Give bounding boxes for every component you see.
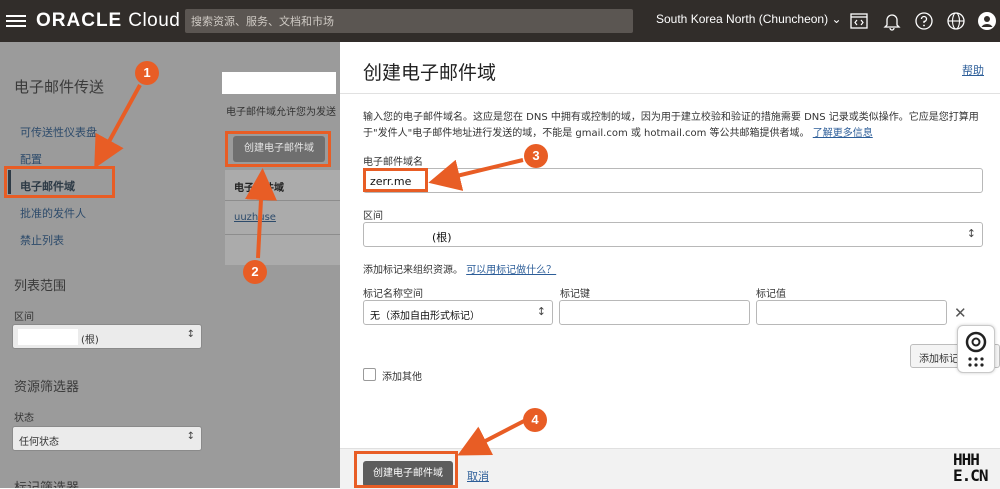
table-header-email-domain: 电子邮件域 [234,183,284,194]
background-page: 电子邮件传送 可传送性仪表盘 配置 电子邮件域 批准的发件人 禁止列表 列表范围… [0,42,340,488]
step-badge-3: 3 [524,144,548,168]
panel-divider [340,93,1000,94]
help-widget[interactable] [957,325,995,373]
sidebar-item-configuration[interactable]: 配置 [20,151,42,167]
code-editor-icon[interactable] [849,11,869,31]
help-link[interactable]: 帮助 [962,62,984,78]
chevron-updown-icon: ↕ [966,227,976,240]
globe-icon[interactable] [946,11,966,31]
menu-icon[interactable] [6,12,26,28]
highlight-box-domain-input [363,168,428,192]
compartment-select[interactable]: (根) ↕ [12,324,202,349]
compartment-value: (根) [432,231,452,244]
panel-title: 创建电子邮件域 [363,62,497,84]
compartment-label: 区间 [14,312,34,323]
sidebar-item-approved-senders[interactable]: 批准的发件人 [20,205,86,221]
table-divider [225,200,340,201]
tag-namespace-label: 标记名称空间 [363,289,423,300]
email-domain-table: 电子邮件域 uuzhuse [225,170,340,265]
sidebar-title: 电子邮件传送 [14,78,105,96]
logo-product: Cloud [128,10,181,31]
highlight-box-email-domains [4,166,115,198]
highlight-box-create-button [225,131,331,167]
panel-description: 输入您的电子邮件域名。这应是您在 DNS 中拥有或控制的域，因为用于建立校验和验… [363,110,988,142]
search-input[interactable] [185,9,631,33]
table-row-link[interactable]: uuzhuse [234,212,276,223]
lifebuoy-icon [965,331,987,367]
tag-namespace-value: 无（添加自由形式标记） [370,311,480,322]
chevron-updown-icon: ↕ [186,329,195,340]
cancel-button[interactable]: 取消 [467,468,489,484]
region-selector[interactable]: South Korea North (Chuncheon) ⌄ [656,12,842,26]
chevron-updown-icon: ↕ [186,431,195,442]
add-other-checkbox[interactable] [363,368,376,381]
table-divider [225,234,340,235]
redacted-region [222,72,336,94]
top-bar: ORACLECloud South Korea North (Chuncheon… [0,0,1000,42]
domain-name-input[interactable]: zerr.me [363,168,983,193]
state-label: 状态 [14,413,34,424]
tags-intro-text: 添加标记来组织资源。 [363,265,463,276]
list-scope-title: 列表范围 [14,279,67,294]
description-text: 输入您的电子邮件域名。这应是您在 DNS 中拥有或控制的域，因为用于建立校验和验… [363,112,979,139]
redacted-region [18,329,78,345]
tag-value-label: 标记值 [756,289,786,300]
create-email-domain-panel: 创建电子邮件域 帮助 输入您的电子邮件域名。这应是您在 DNS 中拥有或控制的域… [340,42,1000,489]
sidebar: 电子邮件传送 可传送性仪表盘 配置 电子邮件域 批准的发件人 禁止列表 列表范围… [0,42,212,488]
highlight-box-create-submit [354,451,458,488]
user-icon[interactable] [977,11,997,31]
list-area: 电子邮件域允许您为发送 创建电子邮件域 电子邮件域 uuzhuse [212,42,340,488]
tag-value-input[interactable] [756,300,947,325]
sidebar-item-deliverability-dashboard[interactable]: 可传送性仪表盘 [20,124,97,140]
close-icon[interactable]: ✕ [954,304,967,322]
compartment-label: 区间 [363,211,383,222]
help-icon[interactable] [914,11,934,31]
compartment-select[interactable]: (根) ↕ [363,222,983,247]
tags-help-link[interactable]: 可以用标记做什么？ [466,265,556,276]
compartment-value: (根) [81,335,99,346]
logo-brand: ORACLE [36,10,123,31]
add-other-label: 添加其他 [382,372,422,383]
search-box[interactable] [185,9,633,33]
state-select[interactable]: 任何状态 ↕ [12,426,202,451]
tag-namespace-select[interactable]: 无（添加自由形式标记） ↕ [363,300,553,325]
learn-more-link[interactable]: 了解更多信息 [813,128,873,139]
tag-filters-title: 标记筛选器 [14,477,79,488]
sidebar-item-suppression-list[interactable]: 禁止列表 [20,232,64,248]
redacted-region [480,343,806,373]
watermark: HHH E.CN [953,452,999,484]
tags-intro: 添加标记来组织资源。 可以用标记做什么？ [363,261,556,276]
tag-key-label: 标记键 [560,289,590,300]
resource-filters-title: 资源筛选器 [14,380,80,395]
list-description: 电子邮件域允许您为发送 [226,107,336,118]
oracle-cloud-logo[interactable]: ORACLE Cloud [36,10,180,32]
watermark-line-2: E.CN [953,466,989,485]
domain-name-label: 电子邮件域名 [363,157,423,168]
step-badge-1: 1 [135,61,159,85]
state-value: 任何状态 [19,437,59,448]
chevron-down-icon: ⌄ [831,12,842,26]
step-badge-2: 2 [243,260,267,284]
tag-key-input[interactable] [559,300,750,325]
chevron-updown-icon: ↕ [536,305,546,318]
step-badge-4: 4 [523,408,547,432]
region-label: South Korea North (Chuncheon) [656,12,829,26]
bell-icon[interactable] [882,11,902,31]
